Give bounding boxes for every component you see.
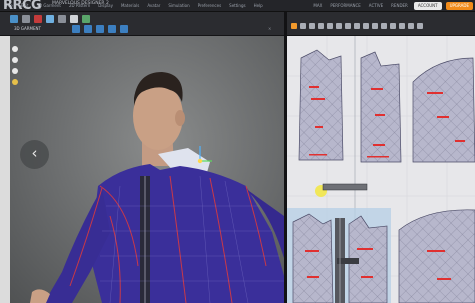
circle-icon[interactable]: [327, 23, 333, 29]
rectangle-icon[interactable]: [318, 23, 324, 29]
top-right-controls: MAX PERFORMANCE ACTIVE RENDER ACCOUNT UP…: [311, 0, 473, 12]
garment-body: [90, 164, 284, 303]
fold-tool-icon[interactable]: [46, 15, 54, 23]
transform-gizmo: [197, 146, 212, 164]
tack-tool-icon[interactable]: [58, 15, 66, 23]
menu-materials[interactable]: Materials: [117, 0, 143, 12]
texture-view-icon[interactable]: [96, 25, 104, 33]
select-tool-icon[interactable]: [10, 15, 18, 23]
polygon-icon[interactable]: [309, 23, 315, 29]
pin-tool-icon[interactable]: [34, 15, 42, 23]
viewport-2d[interactable]: [287, 36, 475, 303]
texture-icon[interactable]: [399, 23, 405, 29]
fold-arrangement-icon[interactable]: [417, 23, 423, 29]
pattern-piece-sleeve-bottom: [398, 209, 475, 303]
menu-avatar[interactable]: Avatar: [143, 0, 164, 12]
mode-active[interactable]: ACTIVE: [367, 0, 385, 12]
internal-line-icon[interactable]: [390, 23, 396, 29]
viewport-3d[interactable]: [10, 36, 284, 303]
menu-simulation[interactable]: Simulation: [164, 0, 193, 12]
transform-pattern-icon[interactable]: [291, 23, 297, 29]
avatar-view-icon[interactable]: [72, 25, 80, 33]
mode-performance[interactable]: PERFORMANCE: [328, 0, 362, 12]
move-tool-icon[interactable]: [22, 15, 30, 23]
upgrade-button[interactable]: UPGRADE: [445, 2, 473, 10]
avatar-scene: [30, 72, 284, 303]
viewport-3d-left-edge: [0, 36, 10, 303]
zip-icon[interactable]: [372, 23, 378, 29]
pattern-piece-sleeve-top: [412, 57, 475, 163]
bulb-icon[interactable]: [12, 79, 18, 85]
mode-max[interactable]: MAX: [311, 0, 324, 12]
free-sewing-icon[interactable]: [354, 23, 360, 29]
elastic-icon[interactable]: [363, 23, 369, 29]
pattern-piece-back-bottom: [292, 213, 334, 303]
menu-preferences[interactable]: Preferences: [194, 0, 226, 12]
toolbar-2d: [287, 12, 475, 36]
chevron-left-icon[interactable]: ‹: [20, 140, 49, 169]
watermark-logo: RRCG: [3, 0, 42, 13]
mode-render[interactable]: RENDER: [389, 0, 410, 12]
pattern-piece-back-left: [298, 49, 344, 161]
dart-icon[interactable]: [336, 23, 342, 29]
menu-help[interactable]: Help: [250, 0, 267, 12]
close-icon[interactable]: ×: [268, 26, 271, 31]
pattern-sheet: [287, 36, 475, 303]
measure-tool-icon[interactable]: [70, 15, 78, 23]
account-button[interactable]: ACCOUNT: [413, 2, 442, 10]
toolbar-3d-row-1: [10, 15, 90, 23]
arrange-tool-icon[interactable]: [82, 15, 90, 23]
viewport-3d-side-icons: [12, 46, 18, 85]
edit-pattern-icon[interactable]: [300, 23, 306, 29]
garment-view-icon[interactable]: [84, 25, 92, 33]
toolbar-2d-icons: [291, 23, 423, 29]
toolbar-3d: [0, 12, 284, 36]
pattern-piece-collar: [322, 183, 368, 191]
mesh-view-icon[interactable]: [108, 25, 116, 33]
light-icon[interactable]: [12, 46, 18, 52]
stress-map-icon[interactable]: [120, 25, 128, 33]
tab-3d-garment[interactable]: 3D GARMENT: [14, 26, 41, 31]
grid-icon[interactable]: [408, 23, 414, 29]
avatar-icon[interactable]: [12, 57, 18, 63]
camera-icon[interactable]: [12, 68, 18, 74]
button-icon[interactable]: [381, 23, 387, 29]
toolbar-3d-row-2: [72, 25, 128, 33]
app-title: MARVELOUS DESIGNER 2: [52, 1, 109, 6]
menu-settings[interactable]: Settings: [225, 0, 249, 12]
segment-sewing-icon[interactable]: [345, 23, 351, 29]
